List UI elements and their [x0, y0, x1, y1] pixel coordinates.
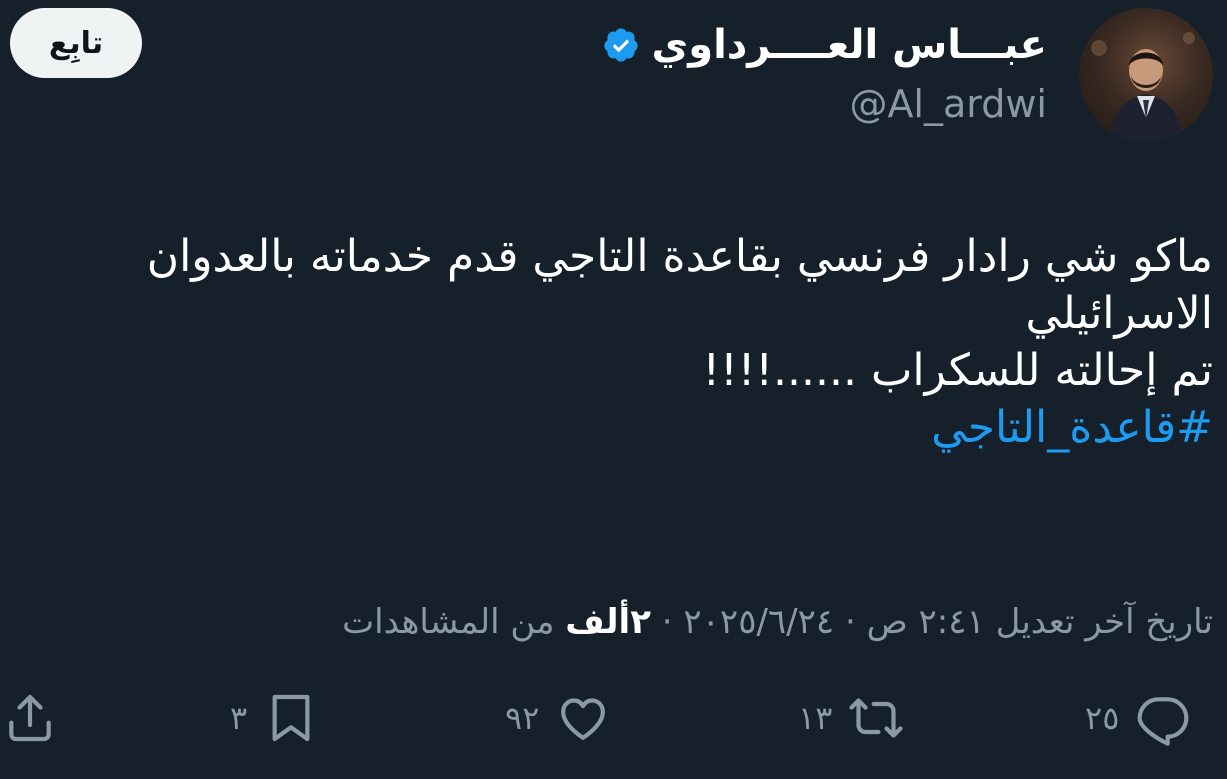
reply-icon — [1137, 697, 1189, 746]
bookmark-icon — [272, 694, 310, 742]
tweet-text: ماكو شي رادار فرنسي بقاعدة التاجي قدم خد… — [43, 228, 1213, 456]
action-bar: ٢٥ ١٣ ٩٢ ٣ — [0, 690, 1227, 760]
share-button[interactable] — [2, 690, 58, 746]
bookmark-button[interactable]: ٣ — [230, 690, 319, 746]
like-button[interactable]: ٩٢ — [505, 690, 611, 746]
verified-badge-icon — [602, 26, 640, 64]
retweet-button[interactable]: ١٣ — [798, 690, 904, 746]
meta-separator: · — [844, 602, 856, 642]
tweet-card: عبـــاس العــــرداوي @Al_ardwi تابِع ماك… — [0, 0, 1227, 779]
reply-button[interactable]: ٢٥ — [1085, 690, 1191, 746]
tweet-date[interactable]: ٢٠٢٥/٦/٢٤ — [683, 602, 834, 642]
edited-label[interactable]: تاريخ آخر تعديل — [996, 602, 1213, 642]
views-count: ٢ألف — [565, 602, 651, 642]
tweet-meta: تاريخ آخر تعديل ٢:٤١ ص · ٢٠٢٥/٦/٢٤ · ٢أل… — [23, 600, 1213, 644]
retweet-icon — [849, 698, 903, 738]
follow-button[interactable]: تابِع — [10, 8, 142, 78]
bookmark-count: ٣ — [230, 699, 248, 737]
tweet-line: ماكو شي رادار فرنسي بقاعدة التاجي قدم خد… — [146, 231, 1213, 282]
retweet-count: ١٣ — [798, 699, 833, 737]
author-handle[interactable]: @Al_ardwi — [602, 82, 1047, 126]
share-icon — [9, 694, 51, 742]
tweet-line: تم إحالته للسكراب ......!!!! — [702, 345, 1213, 396]
tweet-time[interactable]: ٢:٤١ ص — [867, 602, 985, 642]
tweet-line: الاسرائيلي — [1025, 288, 1213, 339]
author-block: عبـــاس العــــرداوي @Al_ardwi — [602, 20, 1047, 126]
heart-icon — [561, 698, 606, 740]
views-label: من المشاهدات — [342, 602, 555, 642]
meta-separator: · — [661, 602, 673, 642]
hashtag-link[interactable]: #قاعدة_التاجي — [43, 399, 1213, 456]
reply-count: ٢٥ — [1085, 699, 1120, 737]
like-count: ٩٢ — [505, 699, 540, 737]
author-name-row: عبـــاس العــــرداوي — [602, 20, 1047, 70]
author-name[interactable]: عبـــاس العــــرداوي — [652, 20, 1047, 70]
avatar[interactable] — [1079, 8, 1213, 142]
